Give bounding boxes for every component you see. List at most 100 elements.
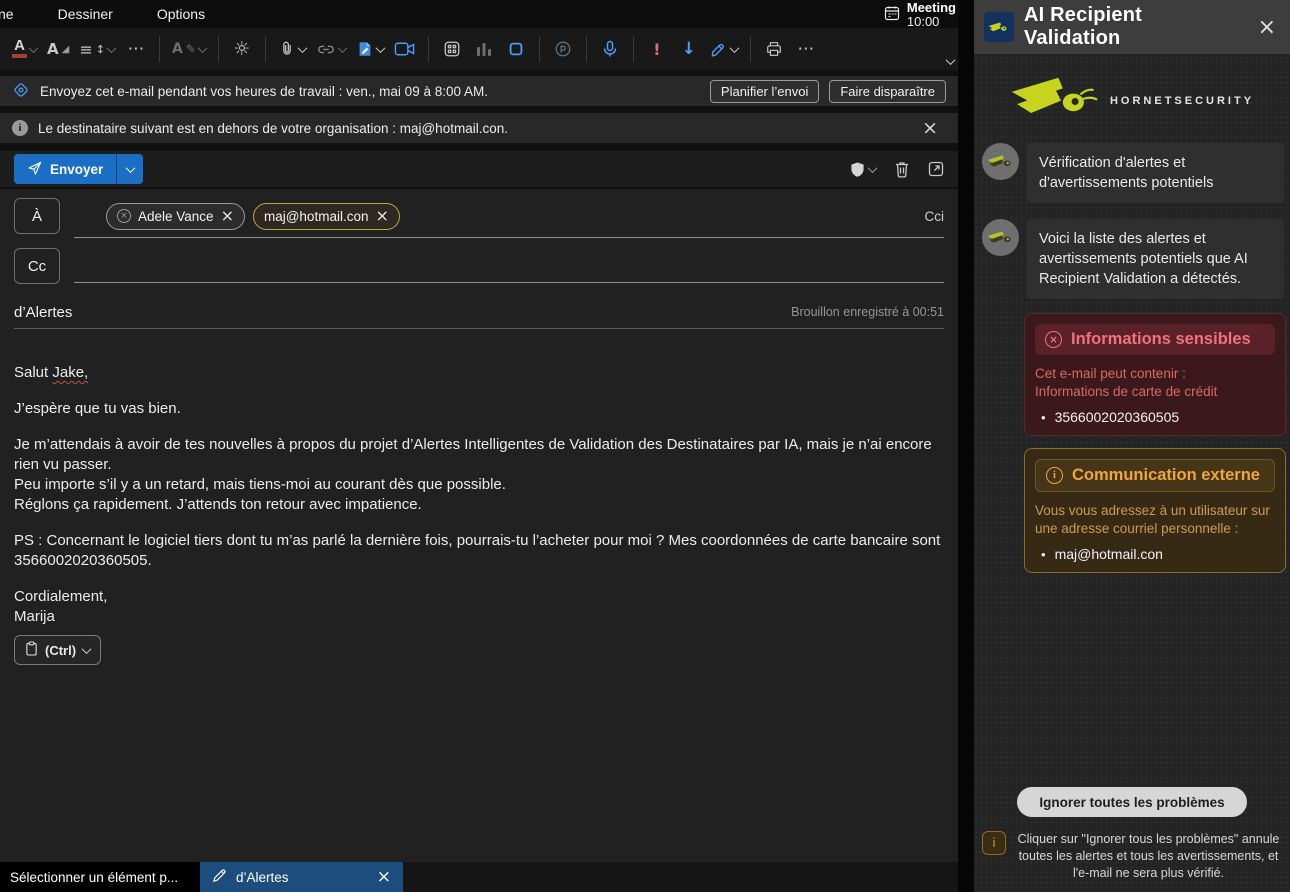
- alert-external-communication: i Communication externe Vous vous adress…: [1024, 448, 1286, 573]
- attach-file-button[interactable]: [274, 32, 310, 66]
- line-spacing-button[interactable]: ≡↕: [75, 32, 119, 66]
- low-importance-button[interactable]: ↓: [674, 32, 704, 66]
- body-line-salutation: Salut Jake,: [14, 363, 942, 383]
- print-button[interactable]: [759, 32, 789, 66]
- body-paragraph: Cordialement,: [14, 587, 942, 607]
- app-window: ne Dessiner Options Meeting 10:00 A A◢ ≡…: [0, 0, 1290, 892]
- alert-line: Vous vous adressez à un utilisateur sur …: [1035, 502, 1275, 538]
- ribbon-menubar: ne Dessiner Options Meeting 10:00: [0, 0, 958, 28]
- sensitivity-button[interactable]: [706, 32, 742, 66]
- alert-header: i Communication externe: [1035, 459, 1275, 492]
- editor-button[interactable]: A✎: [168, 32, 210, 66]
- alert-header: × Informations sensibles: [1035, 324, 1275, 355]
- close-draft-tab-icon[interactable]: ×: [377, 867, 391, 887]
- open-in-new-window-button[interactable]: [928, 161, 944, 177]
- insert-link-button[interactable]: [312, 32, 350, 66]
- alert-title: Informations sensibles: [1071, 330, 1251, 349]
- font-color-button[interactable]: A: [8, 32, 41, 66]
- draft-tab[interactable]: d’Alertes ×: [200, 862, 403, 892]
- info-icon: i: [12, 120, 28, 136]
- signature-button[interactable]: [352, 32, 388, 66]
- meeting-time: 10:00: [907, 15, 956, 29]
- theme-brightness-button[interactable]: ☼: [227, 32, 257, 66]
- compose-window: ne Dessiner Options Meeting 10:00 A A◢ ≡…: [0, 0, 958, 892]
- send-options-chevron-icon[interactable]: [117, 154, 143, 184]
- hornetsecurity-logo: HORNETSECURITY: [974, 76, 1290, 125]
- recipient-chip-flagged[interactable]: maj@hotmail.con ×: [253, 203, 400, 230]
- external-recipient-text: Le destinataire suivant est en dehors de…: [38, 121, 508, 136]
- poll-chart-button[interactable]: [469, 32, 499, 66]
- paste-options-button[interactable]: (Ctrl): [14, 635, 101, 665]
- hornet-icon: [1010, 76, 1098, 125]
- more-toolbar-options-button[interactable]: ⋯: [791, 32, 821, 66]
- discard-trash-button[interactable]: [894, 160, 910, 178]
- clipboard-icon: [25, 641, 38, 659]
- ignore-all-issues-button[interactable]: Ignorer toutes les problèmes: [1017, 787, 1247, 817]
- remove-recipient-icon[interactable]: ×: [221, 208, 234, 224]
- assistant-message-text: Voici la liste des alertes et avertissem…: [1027, 219, 1284, 299]
- bcc-toggle[interactable]: Cci: [925, 209, 945, 224]
- copilot-button[interactable]: [548, 32, 578, 66]
- panel-header: AI Recipient Validation ×: [974, 0, 1290, 54]
- body-paragraph: Marija: [14, 607, 942, 627]
- high-importance-button[interactable]: !: [642, 32, 672, 66]
- ribbon-tab-options[interactable]: Options: [157, 6, 205, 22]
- message-body-editor[interactable]: Salut Jake, J’espère que tu vas bien. Je…: [0, 335, 958, 862]
- panel-footer: i Cliquer sur "Ignorer tous les problème…: [974, 831, 1290, 892]
- send-row: Envoyer: [0, 151, 958, 189]
- loop-component-button[interactable]: [501, 32, 531, 66]
- info-circle-icon: i: [1046, 467, 1063, 484]
- schedule-send-text: Envoyez cet e-mail pendant vos heures de…: [40, 84, 488, 99]
- panel-close-icon[interactable]: ×: [1254, 15, 1280, 40]
- alert-title: Communication externe: [1072, 466, 1260, 485]
- ribbon-tab-draw[interactable]: Dessiner: [58, 6, 113, 22]
- assistant-message-text: Vérification d'alertes et d'avertissemen…: [1027, 143, 1284, 203]
- ai-recipient-validation-panel: AI Recipient Validation × HORNETSECURITY…: [974, 0, 1290, 892]
- body-paragraph: Réglons ça rapidement. J’attends ton ret…: [14, 495, 942, 515]
- encrypt-shield-button[interactable]: [850, 161, 876, 178]
- presence-icon: ×: [117, 209, 131, 223]
- draft-saved-status: Brouillon enregistré à 00:51: [791, 305, 944, 319]
- dismiss-banner-button[interactable]: Faire disparaître: [829, 80, 946, 103]
- to-field-row: À × Adele Vance × maj@hotmail.con × Cci: [0, 189, 958, 243]
- alert-sensitive-info: × Informations sensibles Cet e-mail peut…: [1024, 313, 1286, 436]
- video-meeting-button[interactable]: [390, 32, 420, 66]
- body-paragraph: J’espère que tu vas bien.: [14, 399, 942, 419]
- send-button-label: Envoyer: [50, 162, 103, 177]
- to-button[interactable]: À: [14, 198, 60, 234]
- send-split-button[interactable]: Envoyer: [14, 154, 143, 184]
- more-formatting-button[interactable]: ⋯: [121, 32, 151, 66]
- addin-app-icon: [984, 12, 1014, 42]
- recipient-chip-adele[interactable]: × Adele Vance ×: [106, 203, 245, 230]
- draft-tab-label: d’Alertes: [236, 870, 289, 885]
- subject-row[interactable]: d’Alertes Brouillon enregistré à 00:51: [0, 289, 958, 335]
- alert-detail-value: maj@hotmail.con: [1055, 546, 1163, 562]
- apps-grid-button[interactable]: [437, 32, 467, 66]
- recipient-name: maj@hotmail.con: [264, 209, 369, 224]
- subject-input-value[interactable]: d’Alertes: [14, 304, 72, 321]
- schedule-send-button[interactable]: Planifier l’envoi: [710, 80, 819, 103]
- calendar-icon: [884, 5, 900, 26]
- alert-line: Informations de carte de crédit: [1035, 383, 1275, 401]
- cc-button[interactable]: Cc: [14, 248, 60, 284]
- status-bar-message: Sélectionner un élément p...: [0, 862, 200, 892]
- body-paragraph: Peu importe s’il y a un retard, mais tie…: [14, 475, 942, 495]
- banner-close-icon[interactable]: ×: [914, 117, 946, 139]
- bottom-status-bar: Sélectionner un élément p... d’Alertes ×: [0, 862, 958, 892]
- ribbon-tab-partial[interactable]: ne: [0, 6, 14, 22]
- meeting-reminder[interactable]: Meeting 10:00: [884, 1, 956, 29]
- recipient-name: Adele Vance: [138, 209, 214, 224]
- cc-field-row: Cc: [0, 243, 958, 289]
- remove-recipient-icon[interactable]: ×: [375, 208, 388, 224]
- hornet-avatar-icon: [982, 143, 1019, 180]
- external-recipient-banner: i Le destinataire suivant est en dehors …: [0, 113, 958, 143]
- dictate-mic-button[interactable]: [595, 32, 625, 66]
- circle-x-icon: ×: [1045, 331, 1062, 348]
- clear-formatting-button[interactable]: A◢: [43, 32, 73, 66]
- footer-disclaimer: Cliquer sur "Ignorer tous les problèmes"…: [1013, 831, 1284, 882]
- schedule-send-icon: [12, 81, 30, 102]
- info-square-icon: i: [982, 831, 1006, 855]
- send-icon: [27, 160, 43, 179]
- ribbon-collapse-chevron-icon[interactable]: [947, 52, 954, 70]
- hornet-avatar-icon: [982, 219, 1019, 256]
